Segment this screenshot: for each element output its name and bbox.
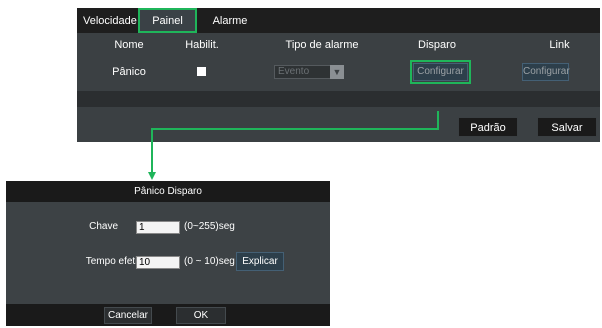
- tab-alarme-io[interactable]: Alarme IO: [206, 12, 254, 46]
- panic-trigger-dialog: Pânico Disparo Chave 1 (0~255)seg Tempo …: [6, 181, 330, 326]
- effective-time-range-hint: (0 ~ 10)seg: [184, 256, 235, 267]
- ok-button[interactable]: OK: [176, 307, 226, 324]
- connector-line: [151, 128, 439, 130]
- row-name: Pânico: [112, 66, 146, 78]
- key-label: Chave: [89, 221, 118, 232]
- dialog-footer: Cancelar OK: [6, 304, 330, 326]
- connector-line: [151, 128, 153, 173]
- tab-velocidade[interactable]: Velocidade: [83, 12, 137, 31]
- cancel-button[interactable]: Cancelar: [104, 307, 152, 324]
- alarm-settings-panel: Velocidade Painel Alarme IO Nome Habilit…: [77, 8, 600, 142]
- action-bar: Padrão Salvar: [77, 107, 600, 142]
- table-row: Pânico Evento ▼ Configurar Configurar: [77, 57, 600, 91]
- key-range-hint: (0~255)seg: [184, 221, 235, 232]
- save-button[interactable]: Salvar: [537, 117, 597, 137]
- dialog-title: Pânico Disparo: [6, 181, 330, 202]
- arrow-down-icon: [148, 172, 156, 180]
- effective-time-label: Tempo efetivo: [85, 256, 148, 267]
- default-button[interactable]: Padrão: [458, 117, 518, 137]
- table-header: Nome Habilit. Tipo de alarme Disparo Lin…: [77, 33, 600, 57]
- column-header-habilit: Habilit.: [185, 39, 219, 51]
- column-header-disparo: Disparo: [418, 39, 456, 51]
- enable-checkbox[interactable]: [197, 67, 206, 76]
- tab-painel[interactable]: Painel: [138, 8, 197, 33]
- divider: [77, 91, 600, 107]
- key-input[interactable]: 1: [136, 221, 180, 234]
- column-header-nome: Nome: [114, 39, 144, 51]
- column-header-tipo: Tipo de alarme: [285, 39, 359, 51]
- explain-button[interactable]: Explicar: [236, 252, 284, 271]
- disparo-configure-button[interactable]: Configurar: [413, 63, 468, 81]
- chevron-down-icon[interactable]: ▼: [330, 65, 344, 79]
- column-header-link: Link: [549, 39, 570, 51]
- effective-time-input[interactable]: 10: [136, 256, 180, 269]
- tab-bar: Velocidade Painel Alarme IO: [77, 8, 600, 46]
- link-configure-button[interactable]: Configurar: [522, 63, 570, 81]
